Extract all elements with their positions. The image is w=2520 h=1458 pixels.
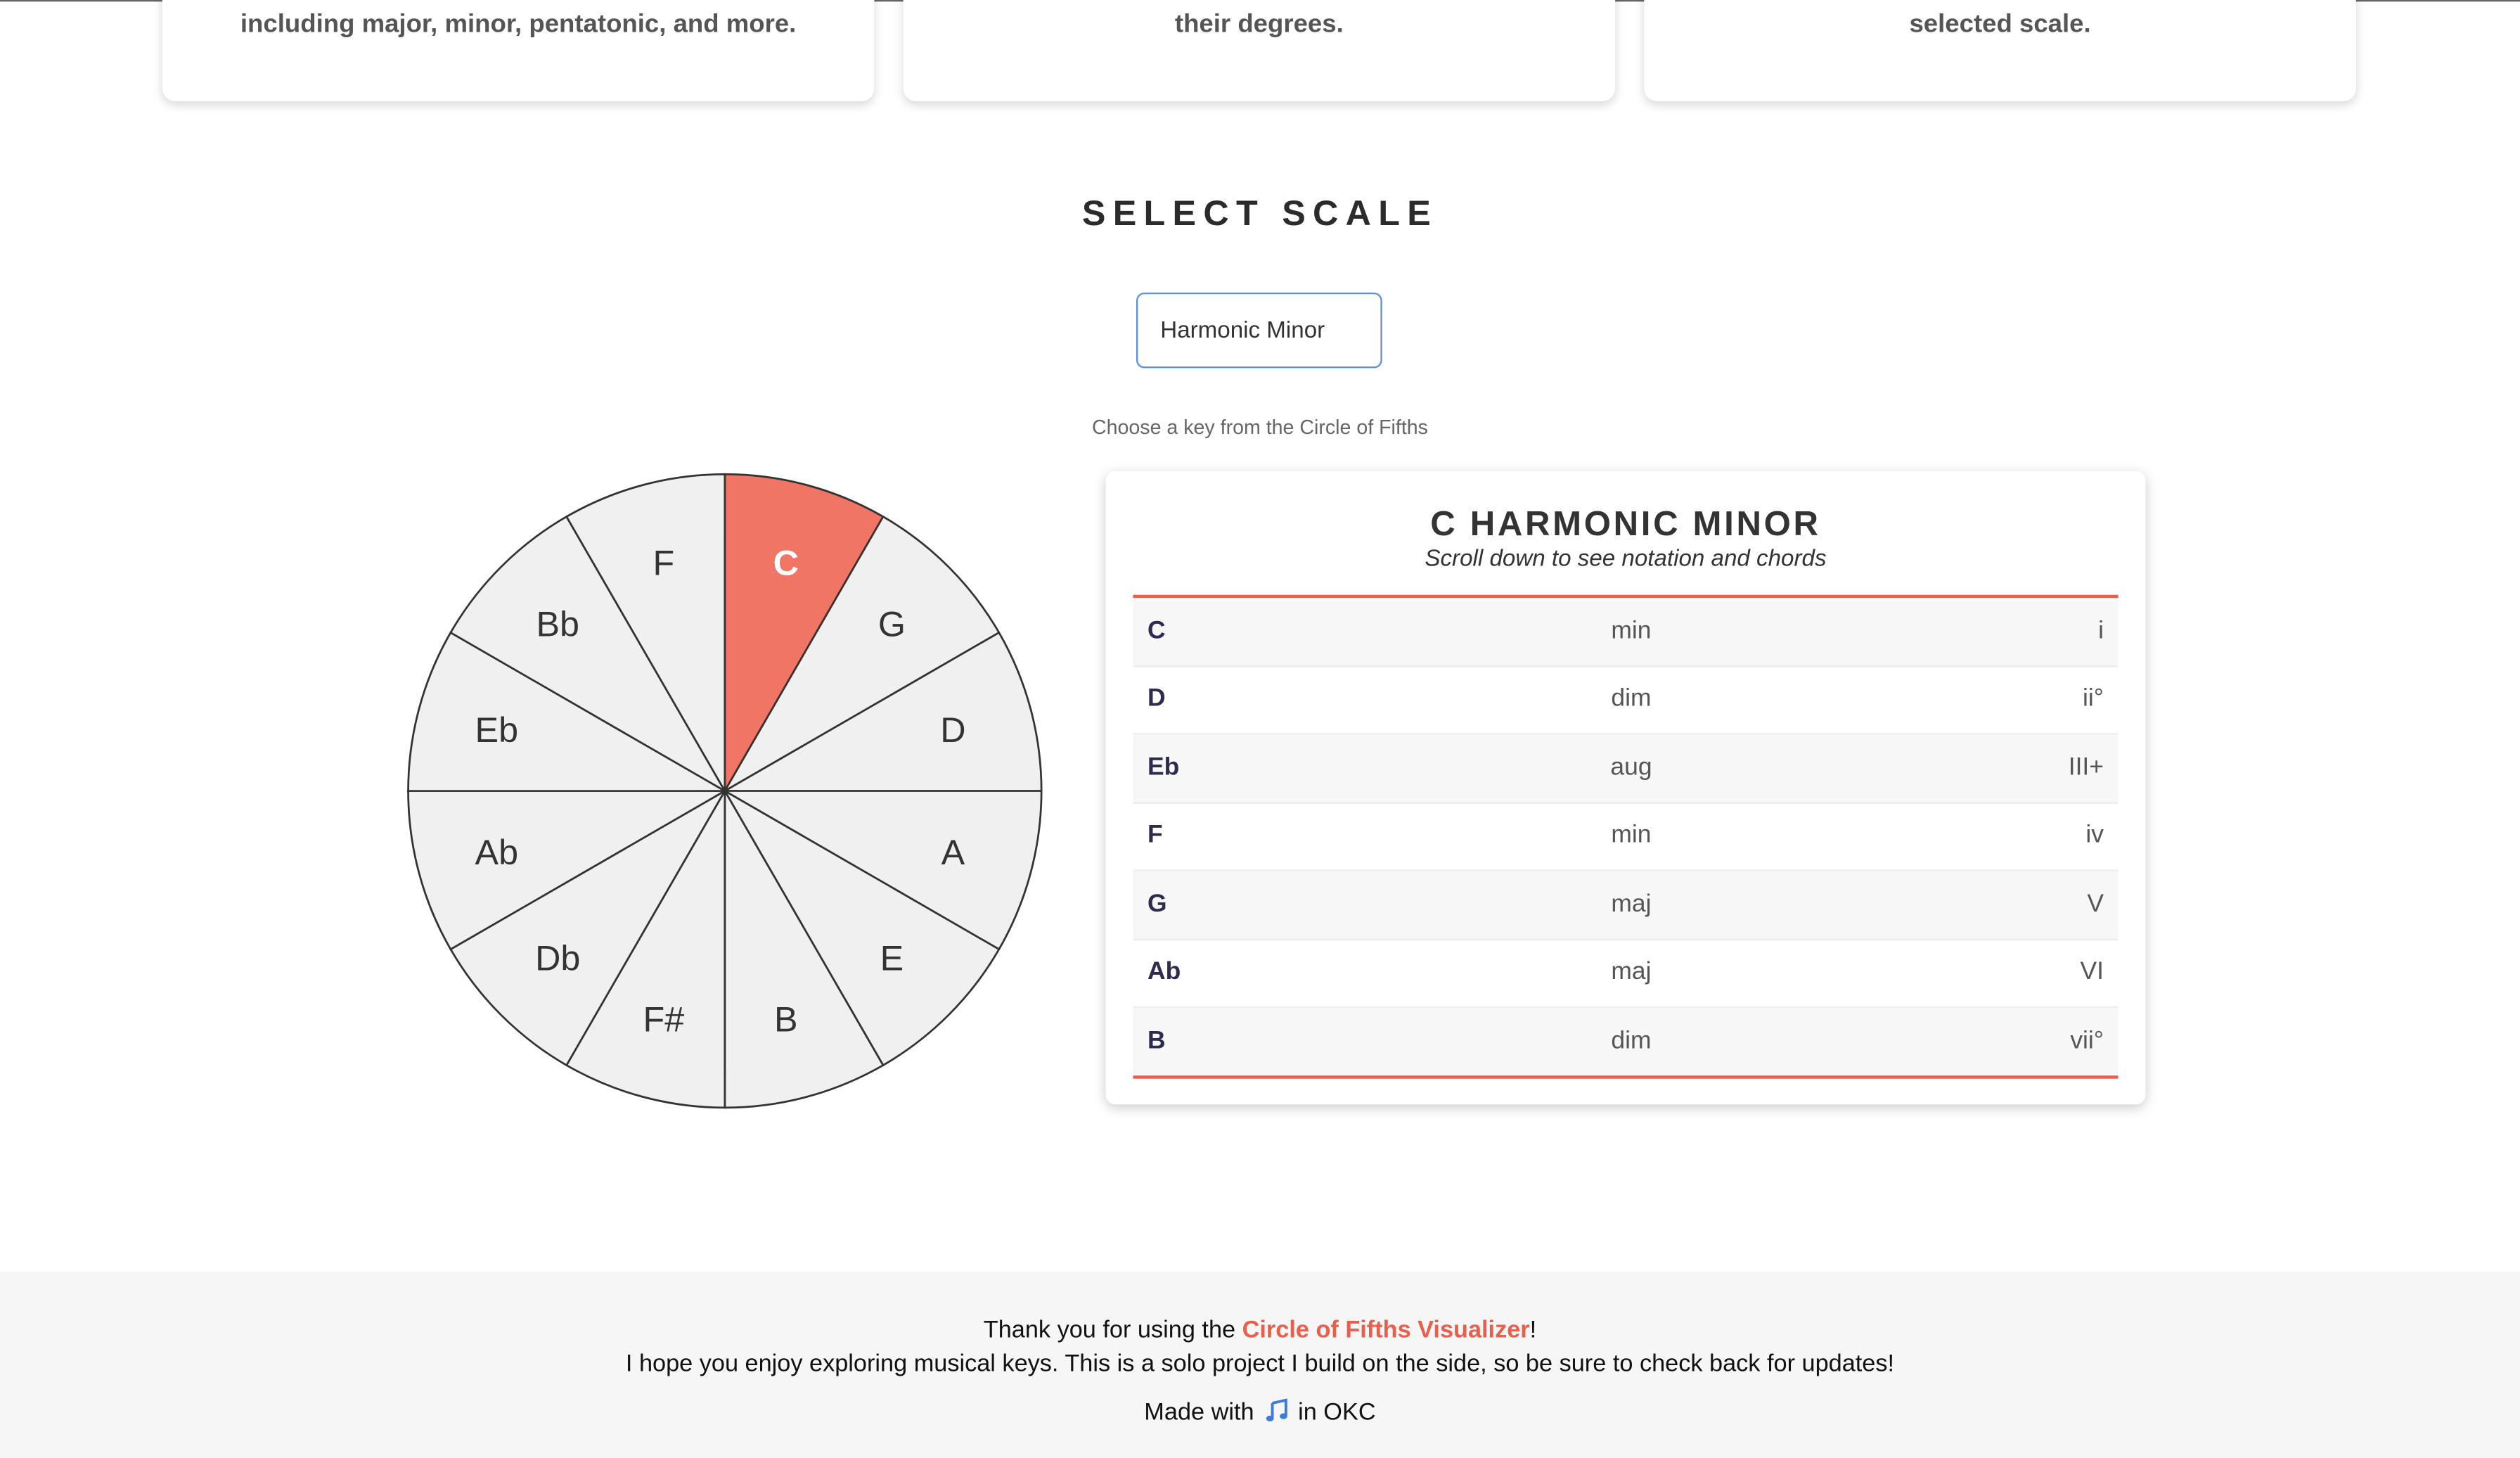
music-note-icon xyxy=(1265,1398,1287,1421)
footer-made-with-label: Made with xyxy=(1144,1398,1254,1426)
footer-location: in OKC xyxy=(1298,1398,1376,1426)
chord-quality: aug xyxy=(1610,753,1652,781)
chord-degree: ii° xyxy=(2083,685,2104,713)
chord-row: Ab maj VI xyxy=(1133,940,2119,1009)
footer-thanks: Thank you for using the Circle of Fifths… xyxy=(0,1317,2520,1344)
feature-card-degrees: their degrees. xyxy=(903,0,1616,101)
page: including major, minor, pentatonic, and … xyxy=(0,0,2520,1458)
chord-note: B xyxy=(1147,1026,1166,1054)
chord-note: C xyxy=(1147,617,1166,644)
scale-select[interactable]: Harmonic Minor xyxy=(1136,292,1382,369)
chord-degree: III+ xyxy=(2068,753,2104,781)
chord-row: Eb aug III+ xyxy=(1133,734,2119,803)
chord-degree: VI xyxy=(2080,958,2104,986)
chord-note: F xyxy=(1147,821,1163,850)
footer: Thank you for using the Circle of Fifths… xyxy=(0,1271,2520,1458)
chord-row: D dim ii° xyxy=(1133,666,2119,735)
chord-quality: dim xyxy=(1611,1026,1652,1054)
chord-quality: min xyxy=(1611,821,1652,850)
circle-of-fifths-wheel[interactable]: CGDAEBF#DbAbEbBbF xyxy=(395,461,1054,1120)
feature-card-text: selected scale. xyxy=(1909,11,2091,39)
chord-note: Eb xyxy=(1147,753,1180,781)
chord-row: C min i xyxy=(1133,598,2119,667)
footer-message: I hope you enjoy exploring musical keys.… xyxy=(625,1350,1895,1378)
scale-select-value: Harmonic Minor xyxy=(1160,317,1325,343)
footer-thanks-suffix: ! xyxy=(1529,1316,1537,1344)
chord-quality: min xyxy=(1611,617,1652,644)
chord-note: G xyxy=(1147,890,1167,918)
chord-note: Ab xyxy=(1147,958,1181,986)
feature-card-text: including major, minor, pentatonic, and … xyxy=(240,11,797,39)
chord-table: C min i D dim ii° Eb aug III+ F min iv G xyxy=(1133,594,2119,1078)
footer-app-link[interactable]: Circle of Fifths Visualizer xyxy=(1242,1317,1530,1344)
feature-card-text: their degrees. xyxy=(1174,11,1344,39)
chord-degree: iv xyxy=(2085,821,2104,850)
section-title: SELECT SCALE xyxy=(1081,193,1439,234)
chord-row: B dim vii° xyxy=(1133,1008,2119,1075)
chord-degree: i xyxy=(2098,617,2104,644)
key-hint: Choose a key from the Circle of Fifths xyxy=(1091,416,1428,439)
scale-subtitle: Scroll down to see notation and chords xyxy=(1425,546,1827,573)
scale-info-panel: C HARMONIC MINOR Scroll down to see nota… xyxy=(1105,471,2146,1105)
chord-degree: V xyxy=(2087,890,2104,918)
footer-made-with: Made with in OKC xyxy=(0,1398,2520,1426)
chord-quality: dim xyxy=(1611,685,1652,713)
feature-card-scales: including major, minor, pentatonic, and … xyxy=(162,0,875,101)
scale-title: C HARMONIC MINOR xyxy=(1430,504,1821,544)
chord-quality: maj xyxy=(1611,890,1652,918)
feature-card-selected: selected scale. xyxy=(1644,0,2356,101)
chord-note: D xyxy=(1147,685,1166,713)
chord-degree: vii° xyxy=(2070,1026,2104,1054)
chord-row: F min iv xyxy=(1133,803,2119,871)
chord-quality: maj xyxy=(1611,958,1652,986)
footer-thanks-prefix: Thank you for using the xyxy=(983,1316,1242,1344)
chord-row: G maj V xyxy=(1133,871,2119,940)
